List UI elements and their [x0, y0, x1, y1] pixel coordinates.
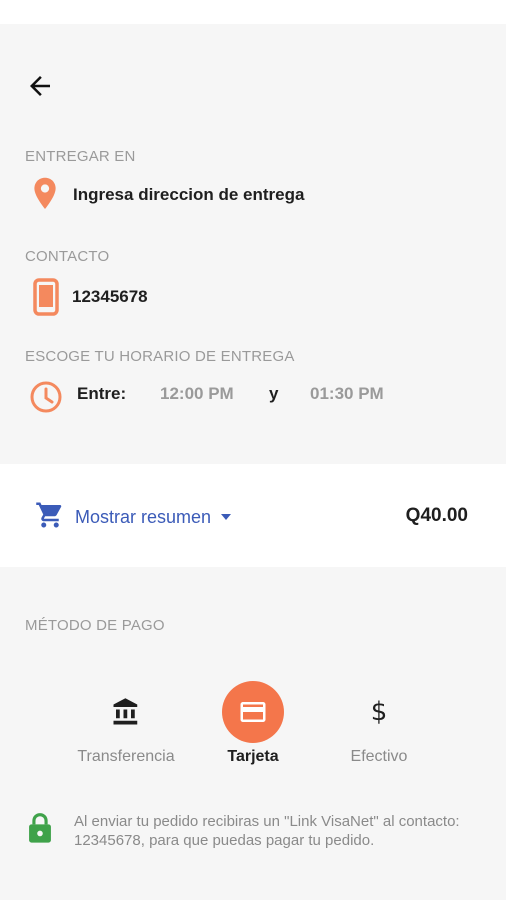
delivery-label: ENTREGAR EN — [25, 148, 136, 165]
time-connector: y — [269, 384, 279, 403]
schedule-label: ESCOGE TU HORARIO DE ENTREGA — [25, 348, 295, 365]
contact-phone[interactable]: 12345678 — [72, 287, 148, 307]
payment-option-label: Tarjeta — [227, 748, 279, 765]
between-label: Entre: — [77, 384, 127, 403]
payment-option-transfer[interactable]: Transferencia — [66, 675, 186, 775]
order-total: Q40.00 — [405, 505, 468, 526]
payment-option-label: Transferencia — [77, 748, 175, 765]
delivery-section — [0, 24, 506, 464]
contact-label: CONTACTO — [25, 248, 110, 265]
payment-method-label: MÉTODO DE PAGO — [25, 617, 165, 634]
lock-icon — [24, 810, 56, 846]
dollar-icon: $ — [370, 697, 388, 727]
location-pin-icon — [30, 176, 60, 212]
show-summary-button[interactable]: Mostrar resumen — [35, 500, 233, 535]
time-from[interactable]: 12:00 PM — [160, 384, 234, 404]
phone-icon — [33, 278, 59, 316]
payment-option-label: Efectivo — [350, 748, 408, 765]
delivery-address[interactable]: Ingresa direccion de entrega — [73, 185, 304, 205]
status-bar — [0, 0, 506, 24]
clock-icon — [29, 380, 63, 414]
back-button[interactable] — [22, 70, 58, 106]
bank-icon — [95, 681, 157, 743]
show-summary-label: Mostrar resumen — [75, 507, 212, 527]
credit-card-icon — [222, 681, 284, 743]
payment-note: Al enviar tu pedido recibiras un "Link V… — [74, 813, 460, 849]
payment-option-cash[interactable]: $ Efectivo — [319, 675, 439, 775]
cart-icon — [35, 500, 65, 535]
payment-option-card[interactable]: Tarjeta — [193, 675, 313, 775]
arrow-left-icon — [25, 71, 55, 106]
time-to[interactable]: 01:30 PM — [310, 384, 384, 404]
caret-down-icon — [219, 509, 233, 527]
